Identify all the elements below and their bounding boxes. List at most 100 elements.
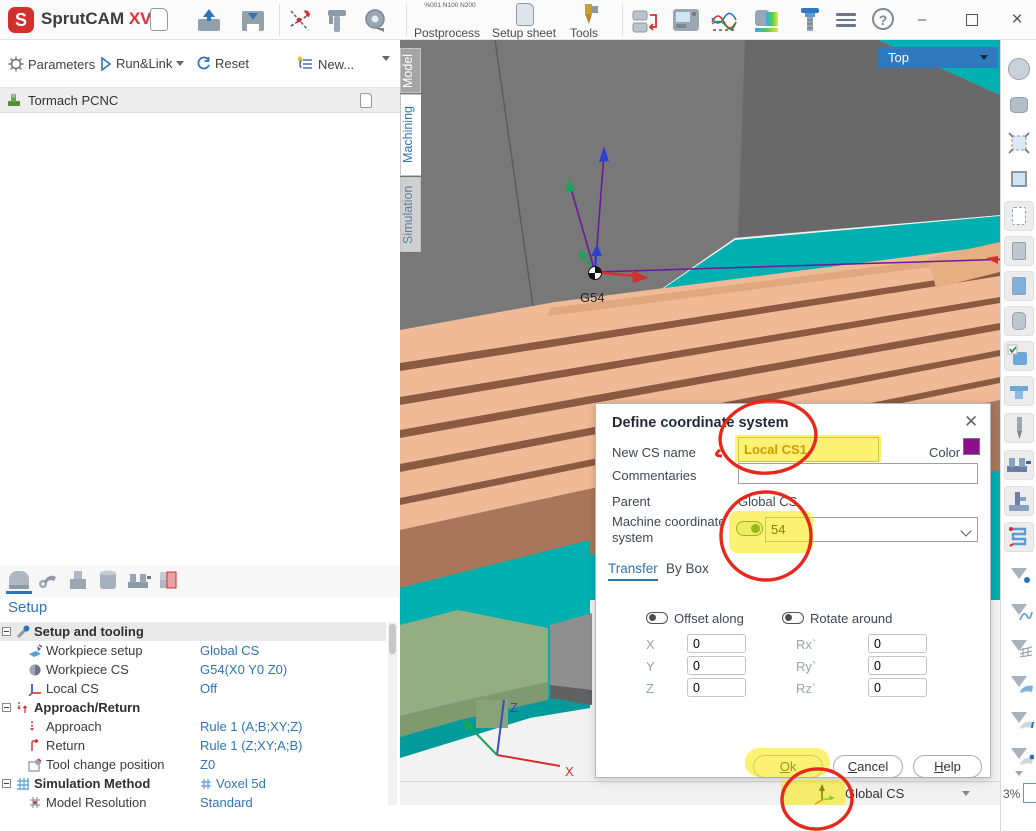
filter-mesh-button[interactable]: [1004, 630, 1034, 660]
tab-transfer[interactable]: Transfer: [608, 561, 658, 581]
new-operation-button[interactable]: New...: [296, 56, 354, 72]
solid-part-button[interactable]: [1004, 90, 1034, 120]
approach-icon: [28, 720, 42, 734]
open-project-button[interactable]: [196, 8, 222, 34]
run-link-button[interactable]: Run&Link: [100, 56, 184, 71]
shaded-view-button[interactable]: [752, 6, 778, 32]
tools-button[interactable]: Tools: [570, 26, 598, 40]
rotate-rz-input[interactable]: [868, 678, 927, 697]
rotate-rx-input[interactable]: [868, 634, 927, 653]
minimize-button[interactable]: –: [905, 0, 939, 40]
offset-z-input[interactable]: [687, 678, 746, 697]
stock-cylinder-button[interactable]: [1004, 306, 1034, 336]
setup-section-label: Setup: [8, 599, 47, 616]
tab-by-box[interactable]: By Box: [666, 561, 709, 576]
new-cs-name-input[interactable]: [738, 437, 879, 462]
shaded-sphere-button[interactable]: [1004, 54, 1034, 84]
reset-button[interactable]: Reset: [196, 56, 249, 71]
offset-along-toggle[interactable]: [646, 612, 668, 624]
document-icon[interactable]: [360, 93, 372, 108]
postprocess-button[interactable]: Postprocess: [414, 26, 480, 40]
rotary-setup-tab[interactable]: [36, 568, 62, 594]
stock-stepped-blue-button[interactable]: [1004, 271, 1034, 301]
filter-point-button[interactable]: [1004, 558, 1034, 588]
tree-item-local-cs[interactable]: Local CS Off: [0, 679, 386, 698]
part-checked-button[interactable]: [1004, 341, 1034, 371]
menu-button[interactable]: [836, 10, 862, 36]
bounding-box-button[interactable]: [1004, 164, 1034, 194]
coordinate-system-icon[interactable]: [812, 783, 836, 805]
vise-setup-tab[interactable]: [126, 568, 152, 594]
filter-edge-button[interactable]: [1004, 702, 1034, 732]
stock-dashed-button[interactable]: [1004, 201, 1034, 231]
tab-model[interactable]: Model: [400, 48, 421, 93]
stock-icon: [66, 568, 90, 592]
color-swatch[interactable]: [963, 438, 980, 455]
rotate-around-toggle[interactable]: [782, 612, 804, 624]
machine-cs-toggle[interactable]: [736, 521, 763, 536]
commentaries-input[interactable]: [738, 463, 978, 484]
tree-item-approach-return[interactable]: Approach/Return: [0, 698, 386, 717]
chevron-down-icon[interactable]: [176, 61, 184, 66]
cancel-button[interactable]: Cancel: [833, 755, 903, 778]
offset-x-input[interactable]: [687, 634, 746, 653]
tab-simulation[interactable]: Simulation: [400, 177, 421, 252]
vise-button[interactable]: [1004, 450, 1034, 480]
collapse-icon[interactable]: [2, 779, 11, 788]
cylinder-stock-tab[interactable]: [96, 568, 122, 594]
part-flange-button[interactable]: [1004, 376, 1034, 406]
machine-row[interactable]: Tormach PCNC: [0, 88, 400, 113]
machine-setup-tab[interactable]: [6, 568, 32, 594]
tree-item-model-resolution[interactable]: Model Resolution Standard: [0, 793, 386, 812]
zoom-input[interactable]: [1023, 783, 1036, 803]
collapse-icon[interactable]: [2, 703, 11, 712]
machine-button[interactable]: [1004, 486, 1034, 516]
tree-item-tool-change-position[interactable]: Tool change position Z0: [0, 755, 386, 774]
rotate-ry-label: Ry`: [796, 659, 816, 674]
new-document-button[interactable]: [150, 8, 176, 34]
screw-button[interactable]: [798, 6, 824, 32]
filter-dropdown[interactable]: [1004, 766, 1034, 780]
tool-mill-button[interactable]: [1004, 413, 1034, 443]
cnc-panel-button[interactable]: [672, 8, 698, 34]
tab-machining[interactable]: Machining: [400, 94, 421, 176]
tree-item-setup-and-tooling[interactable]: Setup and tooling: [0, 622, 386, 641]
dialog-close-button[interactable]: ✕: [964, 412, 978, 432]
close-button[interactable]: ×: [1000, 0, 1034, 40]
collapse-icon[interactable]: [2, 627, 11, 636]
rotate-ry-input[interactable]: [868, 656, 927, 675]
tree-item-approach[interactable]: Approach Rule 1 (A;B;XY;Z): [0, 717, 386, 736]
caliper-button[interactable]: [324, 8, 350, 34]
save-project-button[interactable]: [240, 8, 266, 34]
setup-sheet-button[interactable]: Setup sheet: [492, 26, 556, 40]
machine-cs-combobox[interactable]: [765, 517, 978, 542]
filter-curve-button[interactable]: [1004, 594, 1034, 624]
graph-button[interactable]: [710, 8, 736, 34]
offset-y-input[interactable]: [687, 656, 746, 675]
view-selector-dropdown[interactable]: Top: [878, 47, 998, 68]
maximize-button[interactable]: [955, 0, 989, 40]
help-button[interactable]: Help: [913, 755, 982, 778]
tree-item-return[interactable]: Return Rule 1 (Z;XY;A;B): [0, 736, 386, 755]
chevron-down-icon[interactable]: [962, 791, 970, 796]
tree-item-workpiece-setup[interactable]: Workpiece setup Global CS: [0, 641, 386, 660]
filter-surface-button[interactable]: [1004, 666, 1034, 696]
parameters-button[interactable]: Parameters: [8, 56, 95, 72]
scrollbar-thumb[interactable]: [389, 624, 396, 654]
tree-item-workpiece-cs[interactable]: Workpiece CS G54(X0 Y0 Z0): [0, 660, 386, 679]
tree-scrollbar[interactable]: [388, 622, 397, 805]
current-cs-label[interactable]: Global CS: [845, 786, 904, 801]
tree-item-simulation-method[interactable]: Simulation Method Voxel 5d: [0, 774, 386, 793]
stock-stepped-button[interactable]: [1004, 236, 1034, 266]
operations-button[interactable]: [632, 10, 658, 36]
fixture-setup-tab[interactable]: [156, 568, 182, 594]
help-button[interactable]: ?: [872, 8, 898, 34]
ok-button[interactable]: Ok: [753, 755, 823, 778]
toolpath-button[interactable]: [1004, 522, 1034, 552]
snap-button[interactable]: [288, 8, 314, 34]
new-operation-dropdown[interactable]: [382, 56, 390, 61]
workpiece-stock-tab[interactable]: [66, 568, 92, 594]
measure-button[interactable]: [362, 8, 388, 34]
filter-surface-point-button[interactable]: [1004, 738, 1034, 768]
select-transform-button[interactable]: [1004, 128, 1034, 158]
